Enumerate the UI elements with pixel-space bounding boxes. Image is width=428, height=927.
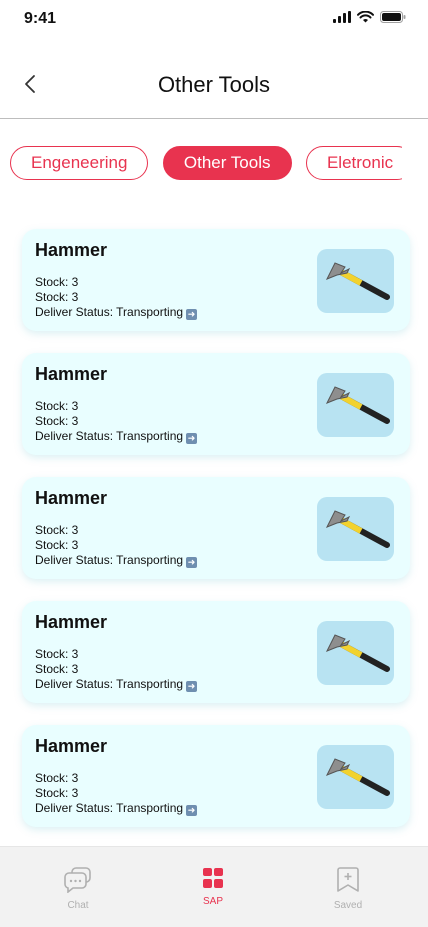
nav-saved[interactable]: Saved — [308, 867, 388, 911]
page-title: Other Tools — [157, 72, 271, 97]
item-name: Hammer — [35, 736, 108, 756]
hammer-icon — [325, 386, 390, 424]
chat-icon — [64, 867, 91, 894]
bookmark-add-icon — [337, 867, 359, 892]
item-thumbnail — [317, 249, 394, 313]
tab-engeneering[interactable]: Engeneering — [10, 146, 149, 180]
nav-chat-label: Chat — [67, 900, 89, 911]
wifi-icon — [357, 11, 374, 23]
item-status: Deliver Status: Transporting — [35, 553, 184, 567]
item-stock: Stock: 3 — [35, 662, 79, 676]
apps-grid-icon — [203, 868, 223, 888]
item-name: Hammer — [35, 364, 108, 384]
list-item[interactable]: Hammer Stock: 3 Stock: 3 Deliver Status:… — [22, 229, 410, 331]
arrow-right-icon: ➜ — [186, 805, 198, 816]
arrow-right-icon: ➜ — [186, 309, 198, 320]
tab-eletronic[interactable]: Eletronic — [305, 146, 402, 180]
item-stock: Stock: 3 — [35, 771, 79, 785]
tab-label: Eletronic — [326, 153, 394, 172]
hammer-icon — [325, 262, 390, 300]
arrow-right-icon: ➜ — [186, 681, 198, 692]
nav-saved-label: Saved — [333, 900, 363, 911]
item-stock: Stock: 3 — [35, 275, 79, 289]
item-status: Deliver Status: Transporting — [35, 677, 184, 691]
battery-icon — [380, 11, 406, 23]
item-status-line: Deliver Status: Transporting ➜ — [35, 429, 198, 444]
item-thumbnail — [317, 373, 394, 437]
status-time: 9:41 — [24, 10, 57, 27]
tab-label: Engeneering — [31, 153, 128, 172]
arrow-right-icon: ➜ — [186, 433, 198, 444]
list-item[interactable]: Hammer Stock: 3 Stock: 3 Deliver Status:… — [22, 601, 410, 703]
item-status-line: Deliver Status: Transporting ➜ — [35, 801, 198, 816]
item-status-line: Deliver Status: Transporting ➜ — [35, 553, 198, 568]
list-item[interactable]: Hammer Stock: 3 Stock: 3 Deliver Status:… — [22, 353, 410, 455]
tab-other-tools[interactable]: Other Tools — [162, 146, 292, 180]
cellular-signal-icon — [333, 11, 351, 23]
list-item[interactable]: Hammer Stock: 3 Stock: 3 Deliver Status:… — [22, 477, 410, 579]
item-stock: Stock: 3 — [35, 414, 79, 428]
status-icons — [333, 11, 406, 23]
arrow-right-icon: ➜ — [186, 557, 198, 568]
item-thumbnail — [317, 621, 394, 685]
item-stock: Stock: 3 — [35, 538, 79, 552]
item-stock: Stock: 3 — [35, 523, 79, 537]
hammer-icon — [325, 510, 390, 548]
item-list: Hammer Stock: 3 Stock: 3 Deliver Status:… — [22, 229, 410, 849]
bottom-nav: Chat SAP Saved — [0, 846, 428, 927]
item-thumbnail — [317, 497, 394, 561]
item-stock: Stock: 3 — [35, 786, 79, 800]
list-item[interactable]: Hammer Stock: 3 Stock: 3 Deliver Status:… — [22, 725, 410, 827]
item-status: Deliver Status: Transporting — [35, 429, 184, 443]
item-status-line: Deliver Status: Transporting ➜ — [35, 677, 198, 692]
header: Other Tools — [0, 60, 428, 119]
item-name: Hammer — [35, 488, 108, 508]
hammer-icon — [325, 634, 390, 672]
item-name: Hammer — [35, 240, 108, 260]
category-tabs: Engeneering Other Tools Eletronic — [10, 146, 402, 182]
item-stock: Stock: 3 — [35, 647, 79, 661]
item-thumbnail — [317, 745, 394, 809]
item-stock: Stock: 3 — [35, 399, 79, 413]
nav-sap[interactable]: SAP — [173, 867, 253, 907]
item-name: Hammer — [35, 612, 108, 632]
item-stock: Stock: 3 — [35, 290, 79, 304]
tab-label: Other Tools — [183, 153, 271, 172]
item-status: Deliver Status: Transporting — [35, 305, 184, 319]
nav-sap-label: SAP — [202, 896, 223, 907]
item-status-line: Deliver Status: Transporting ➜ — [35, 305, 198, 320]
hammer-icon — [325, 758, 390, 796]
status-bar: 9:41 — [0, 0, 428, 40]
nav-chat[interactable]: Chat — [38, 867, 118, 911]
item-status: Deliver Status: Transporting — [35, 801, 184, 815]
